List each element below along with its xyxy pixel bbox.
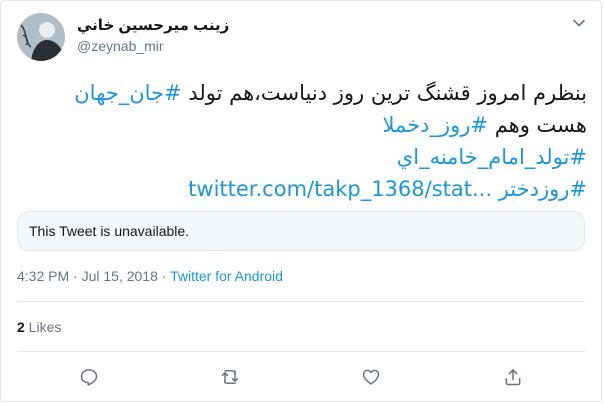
avatar-image [17, 13, 65, 61]
share-icon[interactable] [501, 365, 525, 389]
hashtag-link[interactable]: #جان_جهان [74, 81, 181, 105]
tweet-line-1: بنظرم امروز قشنگ ترين روز دنياست،هم تولد… [13, 77, 587, 109]
likes-count[interactable]: 2 Likes [17, 319, 61, 335]
tweet-line-2: هست وهم #روز_دخملا [13, 109, 587, 141]
hashtag-link[interactable]: #تولد_امام_خامنه_اي [397, 145, 587, 169]
author-display-name[interactable]: زينب ميرحسين خاني [77, 17, 229, 35]
meta-separator: · [161, 268, 167, 284]
chevron-down-icon[interactable] [571, 15, 587, 31]
tweet-line-4: #روزدختر twitter.com/takp_1368/stat... [13, 173, 587, 205]
tweet-date[interactable]: Jul 15, 2018 [82, 268, 158, 284]
retweet-icon[interactable] [218, 365, 242, 389]
tweet-card: زينب ميرحسين خاني @zeynab_mir بنظرم امرو… [0, 0, 602, 402]
tweet-time[interactable]: 4:32 PM [17, 268, 69, 284]
divider [17, 351, 585, 352]
tweet-text-segment: بنظرم امروز قشنگ ترين روز دنياست،هم تولد [181, 81, 587, 105]
tweet-text: بنظرم امروز قشنگ ترين روز دنياست،هم تولد… [13, 77, 587, 205]
unavailable-message: This Tweet is unavailable. [29, 223, 190, 239]
reply-icon[interactable] [77, 365, 101, 389]
action-bar [17, 365, 585, 389]
tweet-text-segment: هست وهم [488, 113, 587, 137]
author-info[interactable]: زينب ميرحسين خاني @zeynab_mir [77, 17, 229, 55]
url-link[interactable]: twitter.com/takp_1368/stat... [188, 177, 492, 201]
tweet-metadata: 4:32 PM · Jul 15, 2018 · Twitter for And… [17, 268, 283, 284]
tweet-line-3: #تولد_امام_خامنه_اي [13, 141, 587, 173]
author-handle[interactable]: @zeynab_mir [77, 37, 229, 55]
heart-icon[interactable] [359, 365, 383, 389]
quoted-tweet-unavailable: This Tweet is unavailable. [17, 211, 585, 251]
tweet-source-link[interactable]: Twitter for Android [170, 268, 283, 284]
hashtag-link[interactable]: #روزدختر [499, 177, 587, 201]
likes-label: Likes [24, 319, 62, 335]
divider [17, 301, 585, 302]
likes-number: 2 [17, 319, 25, 335]
avatar[interactable] [17, 13, 65, 61]
meta-separator: · [73, 268, 78, 284]
hashtag-link[interactable]: #روز_دخملا [382, 113, 488, 137]
